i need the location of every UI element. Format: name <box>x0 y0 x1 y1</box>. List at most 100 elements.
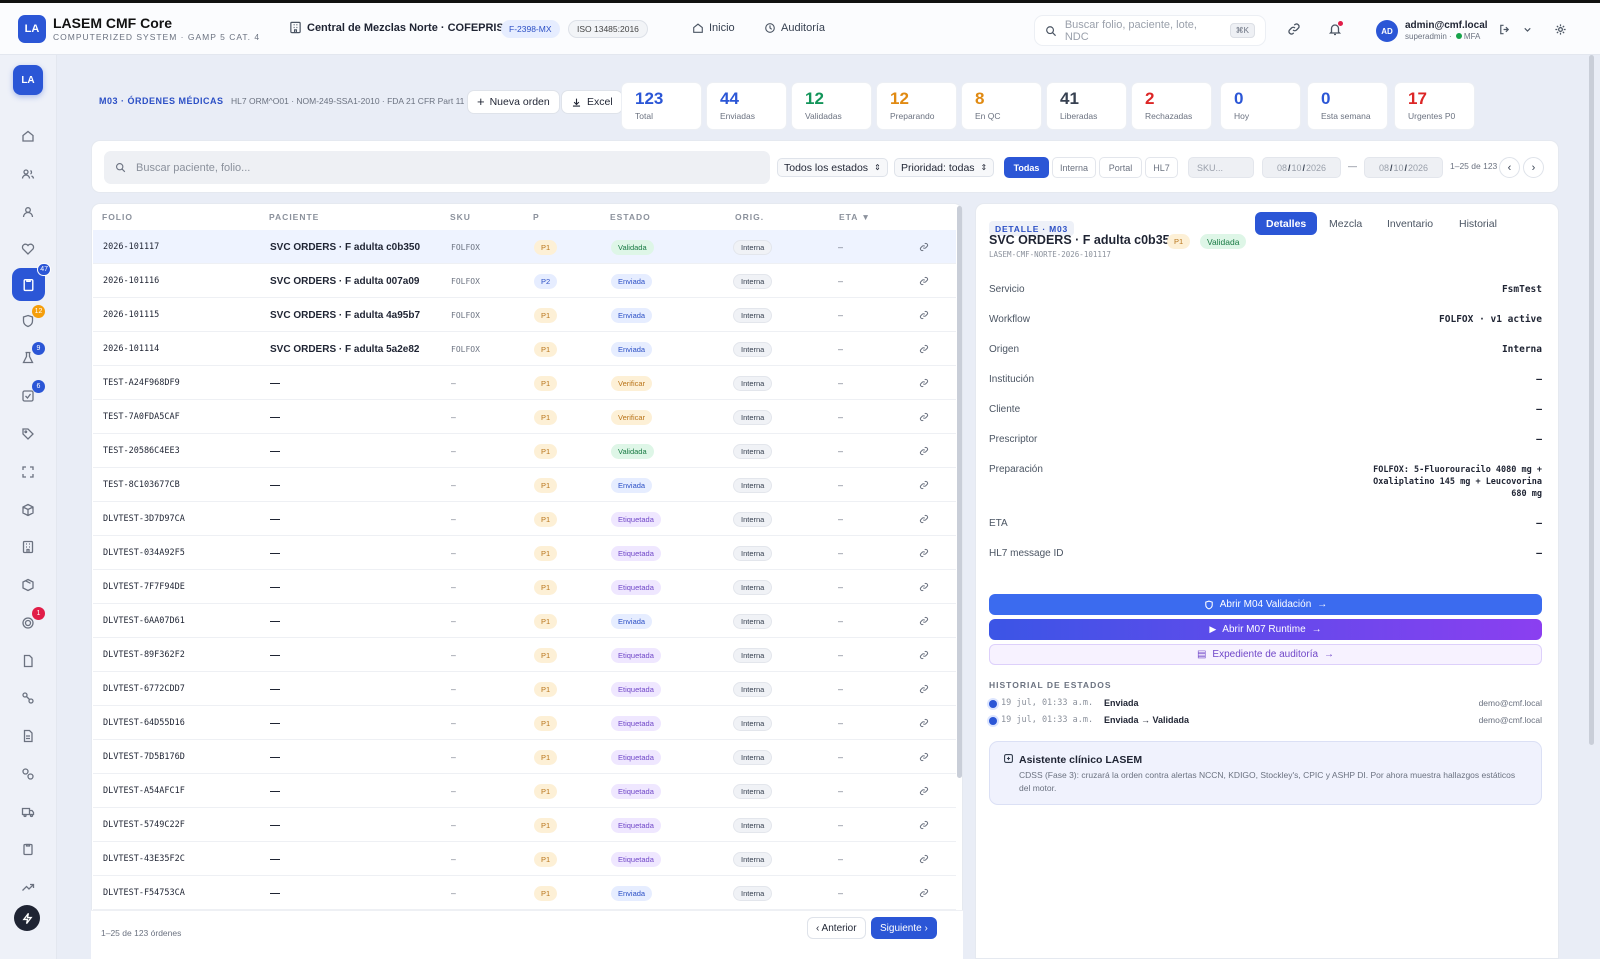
kpi-card[interactable]: 12 Validadas <box>791 82 872 130</box>
open-m07-button[interactable]: ▶ Abrir M07 Runtime → <box>989 619 1542 640</box>
nav-audit[interactable]: Auditoría <box>764 22 825 34</box>
kpi-card[interactable]: 12 Preparando <box>876 82 957 130</box>
kpi-card[interactable]: 17 Urgentes P0 <box>1394 82 1475 130</box>
next-page-button[interactable]: › <box>1523 157 1544 178</box>
table-search-input[interactable]: Buscar paciente, folio... <box>104 151 770 184</box>
table-row[interactable]: DLVTEST-034A92F5 — – P1 Etiquetada Interna – <box>93 536 956 570</box>
sidebar-item-alerts[interactable]: 1 <box>17 607 45 634</box>
col-sku[interactable]: SKU <box>450 212 471 222</box>
table-row[interactable]: TEST-A24F968DF9 — – P1 Verificar Interna – <box>93 366 956 400</box>
sidebar-item-inventory[interactable] <box>17 499 39 521</box>
sidebar-item-lab[interactable]: 9 <box>17 342 45 369</box>
avatar[interactable]: AD <box>1376 20 1398 42</box>
sidebar-item-compounds[interactable] <box>17 687 39 709</box>
open-link-icon[interactable] <box>919 400 929 434</box>
open-link-icon[interactable] <box>919 638 929 672</box>
origin-internal[interactable]: Interna <box>1052 157 1096 178</box>
sidebar-item-patient[interactable] <box>17 201 39 223</box>
table-row[interactable]: DLVTEST-89F362F2 — – P1 Etiquetada Interna – <box>93 638 956 672</box>
excel-button[interactable]: Excel <box>561 90 623 114</box>
open-link-icon[interactable] <box>919 774 929 808</box>
date-to-input[interactable]: 08/10/2026 <box>1364 157 1443 178</box>
table-row[interactable]: TEST-7A0FDA5CAF — – P1 Verificar Interna – <box>93 400 956 434</box>
sidebar-item-orders[interactable]: 47 <box>12 263 51 301</box>
open-link-icon[interactable] <box>919 536 929 570</box>
table-row[interactable]: DLVTEST-5749C22F — – P1 Etiquetada Interna – <box>93 808 956 842</box>
sidebar-item-scan[interactable] <box>17 461 39 483</box>
open-link-icon[interactable] <box>919 366 929 400</box>
open-m04-button[interactable]: Abrir M04 Validación → <box>989 594 1542 615</box>
open-link-icon[interactable] <box>919 502 929 536</box>
kpi-card[interactable]: 41 Liberadas <box>1046 82 1127 130</box>
col-priority[interactable]: P <box>533 212 540 222</box>
kpi-card[interactable]: 0 Hoy <box>1220 82 1301 130</box>
sidebar-logo[interactable]: LA <box>13 65 43 95</box>
sidebar-item-delivery[interactable] <box>17 801 39 823</box>
audit-file-button[interactable]: ▤ Expediente de auditoría → <box>989 644 1542 665</box>
sidebar-item-documents[interactable] <box>17 650 39 672</box>
table-row[interactable]: DLVTEST-F54753CA — – P1 Enviada Interna – <box>93 876 956 910</box>
bell-icon[interactable] <box>1328 21 1343 39</box>
table-row[interactable]: DLVTEST-A54AFC1F — – P1 Etiquetada Interna – <box>93 774 956 808</box>
open-link-icon[interactable] <box>919 808 929 842</box>
col-paciente[interactable]: PACIENTE <box>269 212 319 222</box>
priority-select[interactable]: Prioridad: todas ⇕ <box>894 158 995 177</box>
origin-hl7[interactable]: HL7 <box>1145 157 1178 178</box>
sidebar-item-institutions[interactable] <box>17 536 39 558</box>
gear-icon[interactable] <box>1554 23 1567 39</box>
sidebar-item-interactions[interactable] <box>17 763 39 785</box>
kpi-card[interactable]: 0 Esta semana <box>1307 82 1388 130</box>
prev-page-button[interactable]: ‹ <box>1499 157 1520 178</box>
kpi-card[interactable]: 8 En QC <box>961 82 1042 130</box>
col-orig[interactable]: ORIG. <box>735 212 764 222</box>
sidebar-item-health[interactable] <box>17 238 39 260</box>
sidebar-item-packages[interactable] <box>17 574 39 596</box>
kpi-card[interactable]: 44 Enviadas <box>706 82 787 130</box>
table-row[interactable]: 2026-101116 SVC ORDERS · F adulta 007a09 F… <box>93 264 956 298</box>
new-order-button[interactable]: + Nueva orden <box>467 90 560 114</box>
open-link-icon[interactable] <box>919 230 929 264</box>
link-icon[interactable] <box>1287 22 1301 39</box>
sidebar-item-validation[interactable]: 12 <box>17 305 45 332</box>
global-search[interactable]: Buscar folio, paciente, lote, NDC ⌘K <box>1034 15 1266 46</box>
tab-details[interactable]: Detalles <box>1255 212 1318 235</box>
open-link-icon[interactable] <box>919 298 929 332</box>
col-folio[interactable]: FOLIO <box>102 212 133 222</box>
sidebar-item-home[interactable] <box>17 125 39 147</box>
sku-input[interactable]: SKU... <box>1188 157 1254 178</box>
table-row[interactable]: 2026-101114 SVC ORDERS · F adulta 5a2e82 F… <box>93 332 956 366</box>
table-row[interactable]: DLVTEST-64D55D16 — – P1 Etiquetada Interna – <box>93 706 956 740</box>
open-link-icon[interactable] <box>919 740 929 774</box>
table-row[interactable]: DLVTEST-7F7F94DE — – P1 Etiquetada Interna – <box>93 570 956 604</box>
quick-action-button[interactable] <box>14 905 40 931</box>
origin-all[interactable]: Todas <box>1004 157 1049 178</box>
tab-inventory[interactable]: Inventario <box>1376 212 1444 235</box>
table-row[interactable]: DLVTEST-7D5B176D — – P1 Etiquetada Interna – <box>93 740 956 774</box>
sidebar-item-reports[interactable] <box>17 725 39 747</box>
col-eta[interactable]: ETA ▼ <box>839 212 871 222</box>
col-estado[interactable]: ESTADO <box>610 212 651 222</box>
open-link-icon[interactable] <box>919 876 929 910</box>
open-link-icon[interactable] <box>919 604 929 638</box>
app-logo[interactable]: LA <box>18 15 46 43</box>
table-row[interactable]: TEST-20586C4EE3 — – P1 Validada Interna – <box>93 434 956 468</box>
nav-home[interactable]: Inicio <box>692 22 735 34</box>
table-scrollbar[interactable] <box>957 206 962 778</box>
open-link-icon[interactable] <box>919 570 929 604</box>
kpi-card[interactable]: 2 Rechazadas <box>1131 82 1212 130</box>
sidebar-item-labels[interactable] <box>17 423 39 445</box>
sidebar-item-users[interactable] <box>17 163 39 185</box>
open-link-icon[interactable] <box>919 706 929 740</box>
open-link-icon[interactable] <box>919 842 929 876</box>
table-row[interactable]: DLVTEST-6772CDD7 — – P1 Etiquetada Interna – <box>93 672 956 706</box>
open-link-icon[interactable] <box>919 672 929 706</box>
logout-icon[interactable] <box>1498 23 1511 39</box>
sidebar-item-tasks[interactable] <box>17 838 39 860</box>
table-row[interactable]: DLVTEST-6AA07D61 — – P1 Enviada Interna – <box>93 604 956 638</box>
open-link-icon[interactable] <box>919 264 929 298</box>
chevron-down-icon[interactable] <box>1522 23 1533 38</box>
status-select[interactable]: Todos los estados ⇕ <box>777 158 888 177</box>
open-link-icon[interactable] <box>919 468 929 502</box>
sidebar-item-qc[interactable]: 6 <box>17 380 45 407</box>
date-from-input[interactable]: 08/10/2026 <box>1262 157 1341 178</box>
